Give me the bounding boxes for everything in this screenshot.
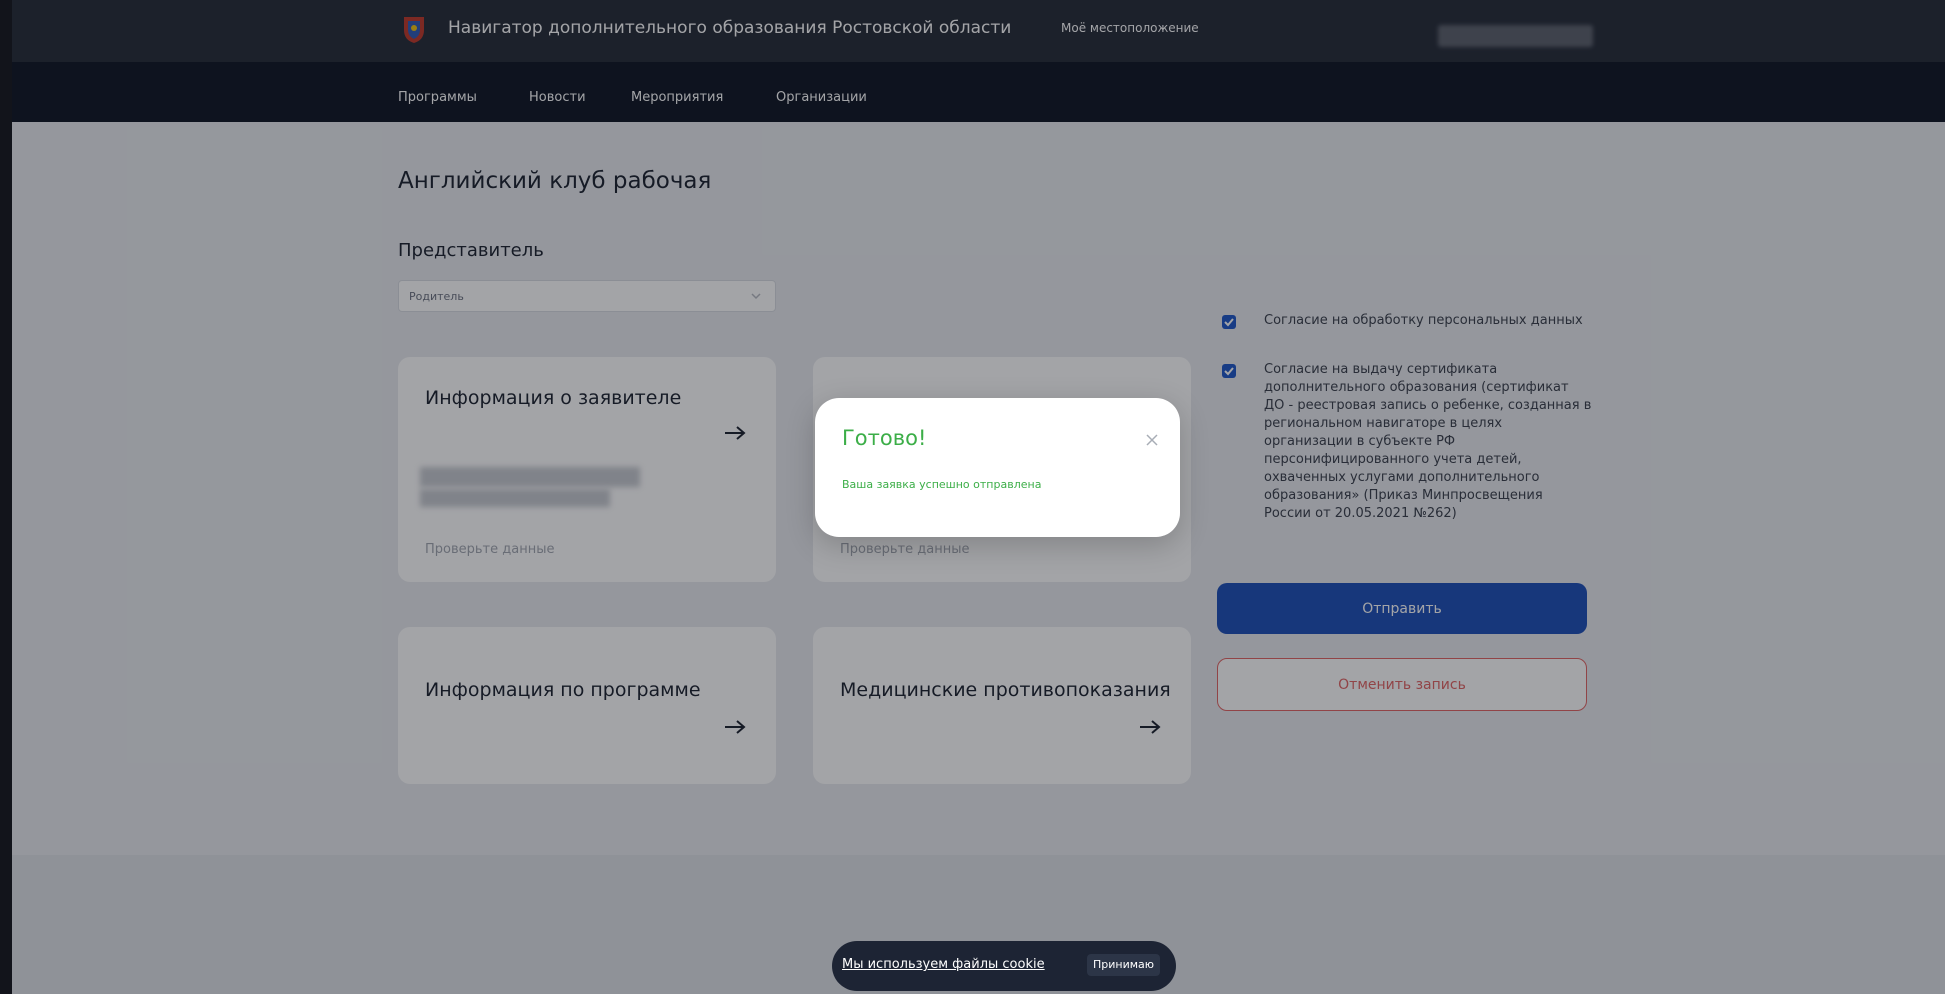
close-icon[interactable]	[1144, 432, 1160, 448]
cookie-banner: Мы используем файлы cookie Принимаю	[832, 941, 1176, 991]
success-dialog: Готово! Ваша заявка успешно отправлена	[815, 398, 1180, 537]
cookie-accept-button[interactable]: Принимаю	[1087, 954, 1161, 976]
cookie-policy-link[interactable]: Мы используем файлы cookie	[842, 957, 1045, 972]
dialog-title: Готово!	[842, 426, 927, 450]
dialog-message: Ваша заявка успешно отправлена	[842, 478, 1042, 491]
